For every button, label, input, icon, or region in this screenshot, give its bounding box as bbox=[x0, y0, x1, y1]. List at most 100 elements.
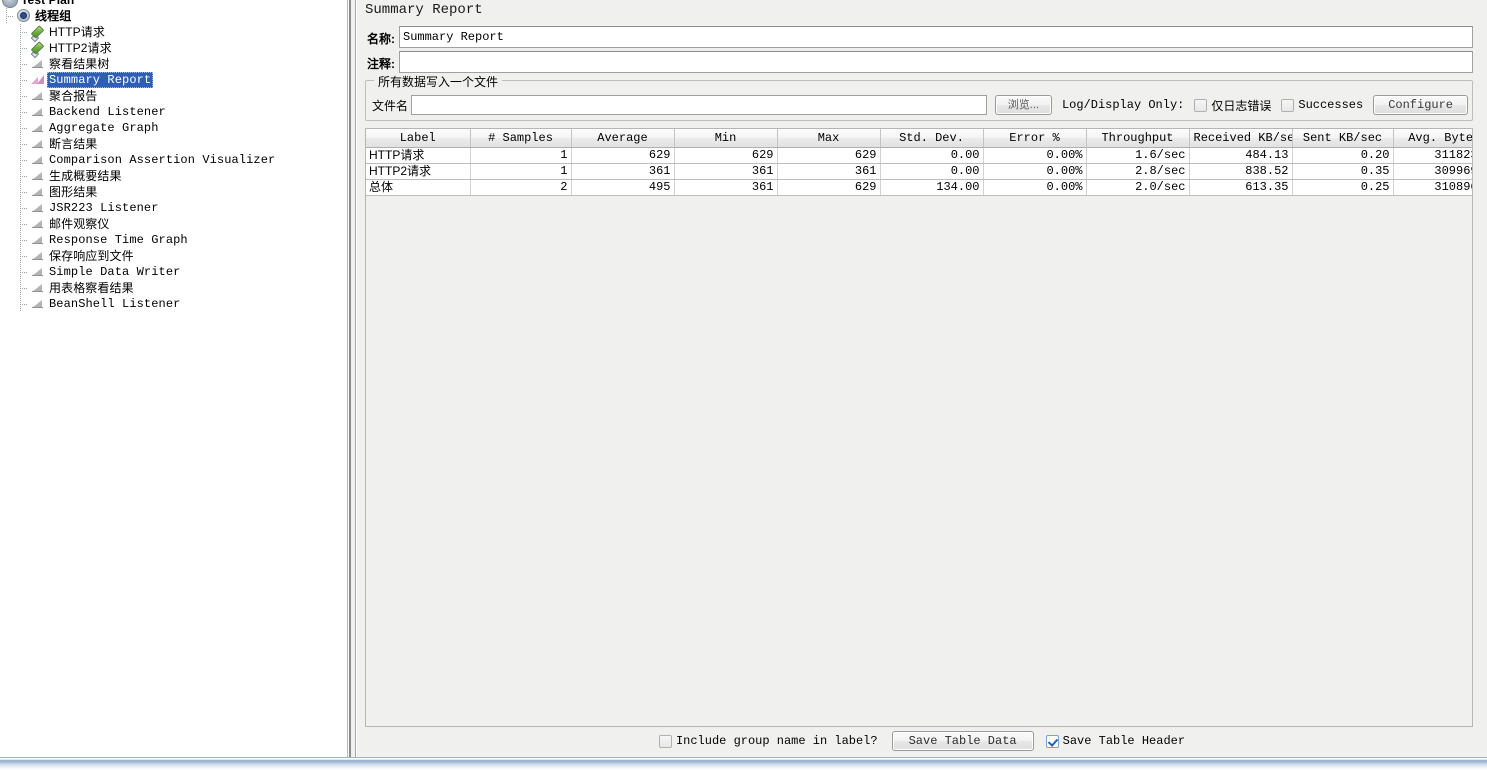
listener-icon bbox=[30, 248, 47, 264]
split-divider[interactable] bbox=[348, 0, 356, 757]
tree-item-label: Comparison Assertion Visualizer bbox=[49, 153, 276, 167]
table-row[interactable]: HTTP请求 1 629 629 629 0.00 0.00% 1.6/sec 484.13 0.… bbox=[366, 147, 1472, 164]
summary-results-table[interactable]: Label # Samples Average Min Max Std. Dev. Erro… bbox=[366, 129, 1472, 196]
results-table-container: Label # Samples Average Min Max Std. Dev. Erro… bbox=[365, 128, 1473, 727]
main-split-pane: Test Plan 线程组 HTTP请求 HTTP2请求 察看结果树 Summary Re… bbox=[0, 0, 1487, 757]
checkbox-box-include-group[interactable] bbox=[658, 734, 672, 748]
save-table-header-checkbox[interactable]: Save Table Header bbox=[1045, 734, 1186, 748]
checkbox-box-successes[interactable] bbox=[1281, 98, 1295, 112]
tree-item-19[interactable]: BeanShell Listener bbox=[0, 296, 347, 312]
log-display-only-label: Log/Display Only: bbox=[1061, 98, 1185, 112]
cell-0-1: 1 bbox=[470, 147, 572, 164]
tree-item-17[interactable]: Simple Data Writer bbox=[0, 264, 347, 280]
include-group-name-checkbox[interactable]: Include group name in label? bbox=[658, 734, 878, 748]
cell-0-9: 0.20 bbox=[1292, 147, 1394, 164]
column-header-2[interactable]: Average bbox=[571, 129, 675, 148]
tree-item-13[interactable]: JSR223 Listener bbox=[0, 200, 347, 216]
tree-item-label: 察看结果树 bbox=[49, 57, 110, 71]
name-field-row: 名称: Summary Report bbox=[365, 26, 1473, 48]
column-header-6[interactable]: Error % bbox=[983, 129, 1087, 148]
listener-icon bbox=[30, 216, 47, 232]
successes-checkbox[interactable]: Successes bbox=[1281, 98, 1363, 112]
tree-item-1[interactable]: 线程组 bbox=[0, 8, 347, 24]
browse-button[interactable]: 浏览... bbox=[994, 95, 1052, 115]
tree-item-5[interactable]: Summary Report bbox=[0, 72, 347, 88]
test-plan-tree-panel[interactable]: Test Plan 线程组 HTTP请求 HTTP2请求 察看结果树 Summary Re… bbox=[0, 0, 348, 757]
cell-1-2: 361 bbox=[571, 163, 675, 180]
tree-item-7[interactable]: Backend Listener bbox=[0, 104, 347, 120]
tree-item-8[interactable]: Aggregate Graph bbox=[0, 120, 347, 136]
column-header-1[interactable]: # Samples bbox=[470, 129, 572, 148]
column-header-4[interactable]: Max bbox=[777, 129, 881, 148]
filename-label: 文件名 bbox=[372, 98, 409, 113]
table-body: HTTP请求 1 629 629 629 0.00 0.00% 1.6/sec 484.13 0.… bbox=[366, 147, 1472, 196]
file-group-title: 所有数据写入一个文件 bbox=[374, 73, 503, 90]
column-header-5[interactable]: Std. Dev. bbox=[880, 129, 984, 148]
cell-1-3: 361 bbox=[674, 163, 778, 180]
column-header-8[interactable]: Received KB/sec bbox=[1189, 129, 1293, 148]
cell-1-5: 0.00 bbox=[880, 163, 984, 180]
listener-icon bbox=[30, 296, 47, 312]
listener-icon bbox=[30, 56, 47, 72]
column-header-7[interactable]: Throughput bbox=[1086, 129, 1190, 148]
checkbox-box-errors-only[interactable] bbox=[1194, 98, 1208, 112]
table-row[interactable]: HTTP2请求 1 361 361 361 0.00 0.00% 2.8/sec 838.52 0… bbox=[366, 163, 1472, 180]
tree-item-2[interactable]: HTTP请求 bbox=[0, 24, 347, 40]
filename-input[interactable] bbox=[411, 95, 987, 115]
cell-1-9: 0.35 bbox=[1292, 163, 1394, 180]
tree-item-label: Response Time Graph bbox=[49, 233, 188, 247]
comment-input[interactable] bbox=[399, 51, 1473, 73]
tree-item-10[interactable]: Comparison Assertion Visualizer bbox=[0, 152, 347, 168]
tree-item-12[interactable]: 图形结果 bbox=[0, 184, 347, 200]
tree-item-3[interactable]: HTTP2请求 bbox=[0, 40, 347, 56]
table-actions-bar: Include group name in label? Save Table … bbox=[357, 727, 1487, 757]
cell-0-3: 629 bbox=[674, 147, 778, 164]
name-input[interactable]: Summary Report bbox=[399, 26, 1473, 48]
save-table-header-label: Save Table Header bbox=[1062, 734, 1186, 748]
listener-icon-glyph bbox=[30, 136, 46, 152]
cell-2-1: 2 bbox=[470, 179, 572, 196]
column-header-9[interactable]: Sent KB/sec bbox=[1292, 129, 1394, 148]
tree-item-16[interactable]: 保存响应到文件 bbox=[0, 248, 347, 264]
column-header-0[interactable]: Label bbox=[366, 129, 471, 148]
include-group-name-label: Include group name in label? bbox=[675, 734, 878, 748]
configure-button[interactable]: Configure bbox=[1373, 95, 1468, 115]
listener-icon-glyph bbox=[30, 56, 46, 72]
listener-icon-glyph bbox=[30, 280, 46, 296]
tree-item-label: 图形结果 bbox=[49, 185, 98, 199]
listener-icon-glyph bbox=[30, 296, 46, 312]
tree-item-label: 断言结果 bbox=[49, 137, 98, 151]
save-table-data-button[interactable]: Save Table Data bbox=[891, 731, 1034, 751]
cell-0-7: 1.6/sec bbox=[1086, 147, 1190, 164]
window-bottom-chrome bbox=[0, 757, 1487, 770]
thread-group-icon-glyph bbox=[16, 8, 31, 23]
cell-1-8: 838.52 bbox=[1189, 163, 1293, 180]
tree-item-18[interactable]: 用表格察看结果 bbox=[0, 280, 347, 296]
listener-icon bbox=[30, 88, 47, 104]
cell-0-10: 311823.0 bbox=[1393, 147, 1472, 164]
tree-item-label: Summary Report bbox=[47, 72, 154, 88]
tree-item-6[interactable]: 聚合报告 bbox=[0, 88, 347, 104]
tree-item-0[interactable]: Test Plan bbox=[0, 0, 347, 8]
cell-2-6: 0.00% bbox=[983, 179, 1087, 196]
column-header-10[interactable]: Avg. Bytes bbox=[1393, 129, 1472, 148]
tree-item-11[interactable]: 生成概要结果 bbox=[0, 168, 347, 184]
column-header-3[interactable]: Min bbox=[674, 129, 778, 148]
tree-item-9[interactable]: 断言结果 bbox=[0, 136, 347, 152]
tree-item-label: Test Plan bbox=[21, 0, 75, 7]
thread-group-icon bbox=[16, 8, 33, 24]
tree-item-15[interactable]: Response Time Graph bbox=[0, 232, 347, 248]
filename-row: 文件名 浏览... Log/Display Only: 仅日志错误 Succes… bbox=[366, 81, 1472, 115]
errors-only-checkbox[interactable]: 仅日志错误 bbox=[1194, 97, 1271, 114]
tree-item-4[interactable]: 察看结果树 bbox=[0, 56, 347, 72]
checkbox-box-save-header[interactable] bbox=[1045, 734, 1059, 748]
tree-item-14[interactable]: 邮件观察仪 bbox=[0, 216, 347, 232]
table-row[interactable]: 总体 2 495 361 629 134.00 0.00% 2.0/sec 613.35 0.25… bbox=[366, 179, 1472, 196]
